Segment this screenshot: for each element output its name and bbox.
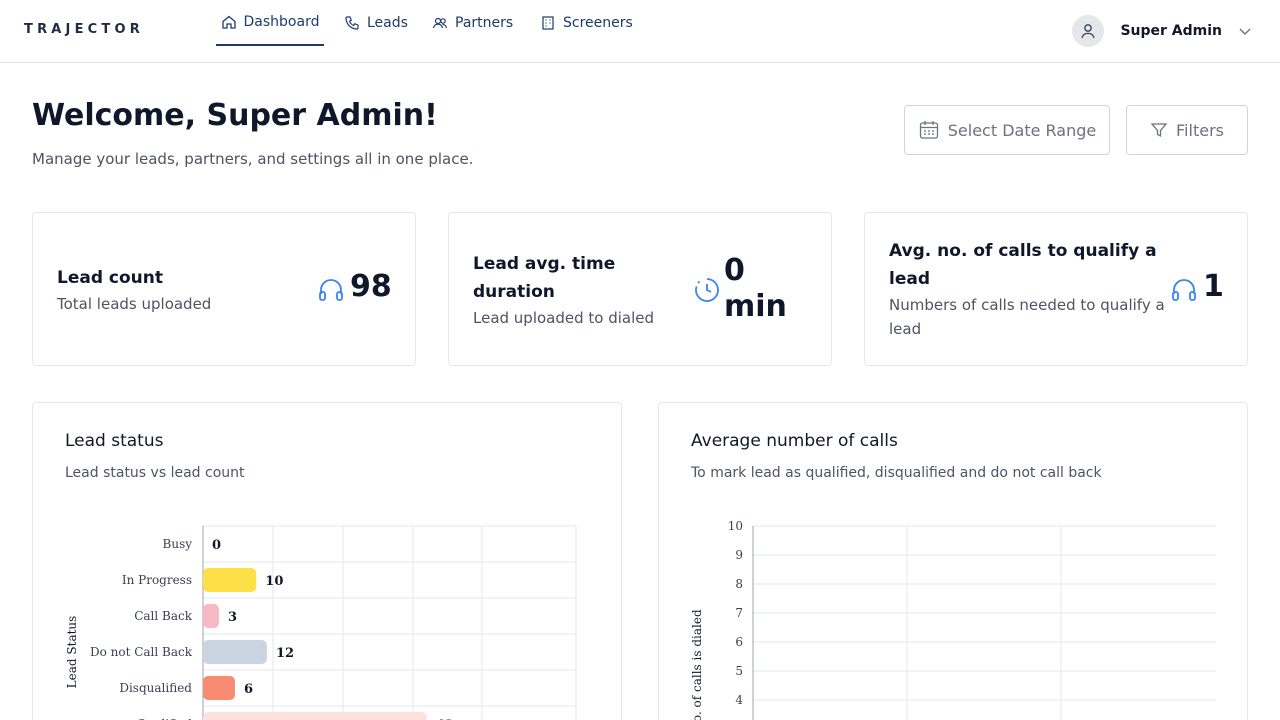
page-title: Welcome, Super Admin! [32, 98, 438, 133]
stat-subtitle: Numbers of calls needed to qualify a lea… [889, 296, 1165, 338]
bar [203, 676, 235, 700]
bar [203, 568, 257, 592]
y-tick-label: 8 [735, 577, 743, 591]
y-tick-label: 9 [735, 548, 743, 562]
filter-icon [1150, 123, 1168, 138]
bar-value-label: 6 [244, 682, 253, 697]
y-axis-title: Lead Status [65, 616, 79, 689]
category-label: Call Back [134, 609, 193, 623]
user-name: Super Admin [1120, 23, 1222, 39]
home-icon [221, 15, 236, 29]
brand-logo[interactable]: TRAJECTOR [24, 22, 144, 37]
bar-value-label: 3 [228, 610, 237, 625]
nav-item-label: Screeners [563, 15, 633, 31]
bar-value-label: 0 [212, 538, 221, 553]
headphones-icon [1172, 279, 1196, 301]
lead-status-panel: Lead status Lead status vs lead count Le… [32, 402, 622, 720]
headphones-icon [319, 279, 343, 301]
user-icon [1081, 24, 1096, 39]
lead-status-chart: Lead Status Busy 0 In Progress 10 Call Back 3 D… [65, 525, 577, 720]
filters-label: Filters [1176, 120, 1224, 140]
y-tick-label: 10 [728, 519, 743, 533]
chevron-down-icon [1239, 28, 1251, 35]
y-tick-label: 5 [735, 664, 743, 678]
bar [203, 604, 219, 628]
stat-subtitle: Lead uploaded to dialed [473, 309, 655, 327]
nav-item-label: Leads [367, 15, 408, 31]
category-label: Disqualified [119, 681, 192, 695]
stat-value: 0 min [724, 253, 787, 324]
building-icon [542, 16, 554, 30]
avg-calls-panel: Average number of calls To mark lead as … [658, 402, 1248, 720]
stat-title: Avg. no. of calls to qualify a lead [889, 241, 1157, 289]
bar [203, 712, 427, 720]
date-range-label: Select Date Range [947, 120, 1097, 140]
bar-value-label: 12 [276, 646, 294, 661]
nav-item-label: Partners [455, 15, 514, 31]
nav-item-label: Dashboard [243, 14, 320, 30]
y-tick-label: 4 [735, 693, 743, 707]
user-menu[interactable]: Super Admin [1072, 15, 1252, 47]
category-label: In Progress [122, 573, 192, 587]
stat-value: 98 [350, 269, 392, 304]
avg-calls-chart: 10 9 8 7 6 5 4 No. of calls is dialed [690, 519, 1216, 720]
nav-item-screeners[interactable]: Screeners [536, 0, 637, 46]
users-icon [432, 17, 448, 29]
stat-card-avg-time: Lead avg. time duration Lead uploaded to… [448, 212, 832, 366]
y-axis-title: No. of calls is dialed [690, 609, 704, 720]
bar-value-label: 10 [265, 574, 283, 589]
y-tick-label: 7 [735, 606, 743, 620]
stat-card-avg-calls: Avg. no. of calls to qualify a lead Numb… [864, 212, 1248, 366]
stat-title: Lead avg. time duration [473, 254, 616, 302]
nav-item-partners[interactable]: Partners [428, 0, 517, 46]
y-tick-label: 6 [735, 635, 743, 649]
bar [203, 640, 267, 664]
avatar [1072, 15, 1105, 47]
category-label: Busy [163, 537, 193, 551]
page-subtitle: Manage your leads, partners, and setting… [32, 150, 474, 168]
nav-item-leads[interactable]: Leads [340, 0, 412, 46]
filters-button[interactable]: Filters [1126, 105, 1248, 155]
stat-title: Lead count [57, 268, 164, 288]
stat-subtitle: Total leads uploaded [57, 295, 212, 313]
nav-item-dashboard[interactable]: Dashboard [216, 0, 324, 46]
phone-icon [345, 16, 359, 30]
top-navigation: TRAJECTOR Dashboard Leads Partners Scree… [0, 0, 1280, 63]
clock-icon [695, 278, 719, 302]
date-range-button[interactable]: Select Date Range [904, 105, 1110, 155]
stat-card-lead-count: Lead count Total leads uploaded 98 [32, 212, 416, 366]
category-label: Do not Call Back [90, 645, 193, 659]
stat-value: 1 [1203, 269, 1224, 304]
calendar-icon [919, 121, 938, 139]
